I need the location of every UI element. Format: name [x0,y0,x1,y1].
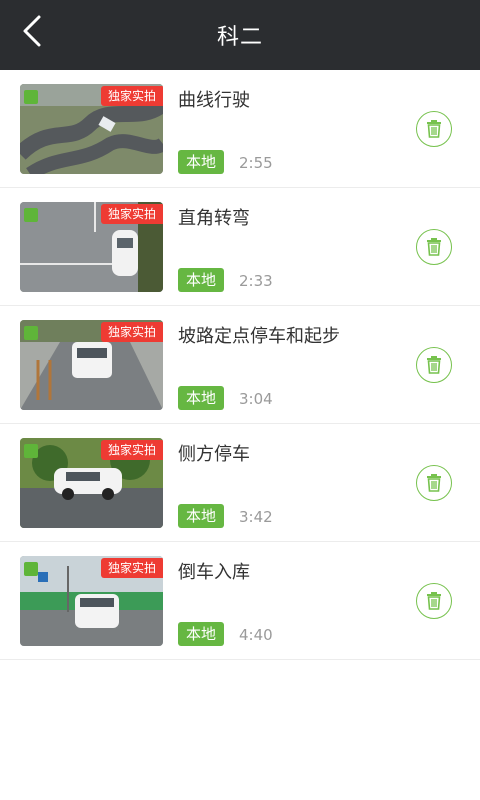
exclusive-badge: 独家实拍 [100,322,163,342]
exclusive-badge: 独家实拍 [100,86,163,106]
video-duration: 2:55 [239,154,273,172]
brand-logo-icon [24,90,38,104]
exclusive-badge: 独家实拍 [100,558,163,578]
delete-button[interactable] [416,465,452,501]
local-tag: 本地 [178,504,225,528]
chevron-left-icon [23,15,41,47]
list-item[interactable]: 独家实拍 坡路定点停车和起步 本地 3:04 [0,306,480,424]
page-title: 科二 [216,25,263,50]
video-title: 坡路定点停车和起步 [178,326,340,347]
video-title: 直角转弯 [178,208,250,229]
local-tag: 本地 [178,386,225,410]
exclusive-badge: 独家实拍 [100,204,163,224]
video-thumbnail[interactable]: 独家实拍 [20,556,163,646]
list-item[interactable]: 独家实拍 侧方停车 本地 3:42 [0,424,480,542]
video-duration: 2:33 [239,272,273,290]
video-duration: 3:04 [239,390,273,408]
back-button[interactable] [12,11,52,51]
local-tag: 本地 [178,150,225,174]
brand-logo-icon [24,444,38,458]
brand-logo-icon [24,326,38,340]
video-duration: 4:40 [239,626,273,644]
trash-icon [427,120,441,138]
local-tag: 本地 [178,622,225,646]
brand-logo-icon [24,562,38,576]
video-title: 曲线行驶 [178,90,250,111]
video-thumbnail[interactable]: 独家实拍 [20,438,163,528]
trash-icon [427,238,441,256]
trash-icon [427,474,441,492]
brand-logo-icon [24,208,38,222]
video-thumbnail[interactable]: 独家实拍 [20,202,163,292]
delete-button[interactable] [416,347,452,383]
trash-icon [427,592,441,610]
delete-button[interactable] [416,583,452,619]
exclusive-badge: 独家实拍 [100,440,163,460]
delete-button[interactable] [416,111,452,147]
list-item[interactable]: 独家实拍 直角转弯 本地 2:33 [0,188,480,306]
video-duration: 3:42 [239,508,273,526]
local-tag: 本地 [178,268,225,292]
list-item[interactable]: 独家实拍 曲线行驶 本地 2:55 [0,70,480,188]
app-header: 科二 [0,0,480,70]
video-title: 倒车入库 [178,562,250,583]
video-title: 侧方停车 [178,444,250,465]
video-thumbnail[interactable]: 独家实拍 [20,84,163,174]
video-thumbnail[interactable]: 独家实拍 [20,320,163,410]
list-item[interactable]: 独家实拍 倒车入库 本地 4:40 [0,542,480,660]
video-list: 独家实拍 曲线行驶 本地 2:55 独家实拍 直角转弯 本地 2:33 独家实拍… [0,70,480,660]
delete-button[interactable] [416,229,452,265]
trash-icon [427,356,441,374]
